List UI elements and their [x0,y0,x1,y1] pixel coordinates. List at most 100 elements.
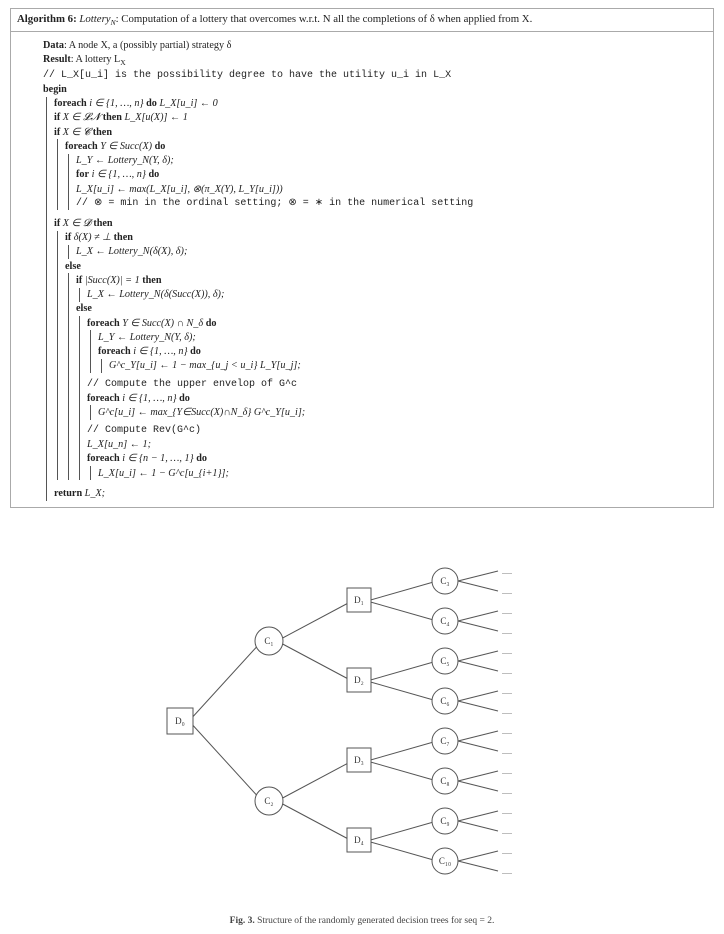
tree-dots: ..... [502,847,512,856]
cond: Y ∈ Succ(X) [98,141,155,152]
tree-dots: ..... [502,827,512,836]
stmt: L_X[u_i] ← max(L_X[u_i], ⊗(π_X(Y), L_Y[u… [76,182,707,196]
stmt: L_X[u_n] ← 1; [87,438,707,452]
kw: foreach [87,453,120,464]
cond: i ∈ {n − 1, …, 1} [120,453,197,464]
kw: do [190,346,201,357]
result-text: : A lottery L [71,54,121,65]
kw: then [114,232,133,243]
tree-dots: ..... [502,587,512,596]
cond: X ∈ 𝓒 [60,127,93,138]
kw: foreach [54,98,87,109]
if-delta-block: L_X ← Lottery_N(δ(X), δ); [68,245,707,259]
kw: do [155,141,166,152]
stmt: L_X[u_i] ← 0 [157,98,218,109]
cond: Y ∈ Succ(X) ∩ N_δ [120,318,206,329]
node-c10: C₁₀ [439,856,451,866]
kw: foreach [87,393,120,404]
else1-block: if |Succ(X)| = 1 then L_X ← Lottery_N(δ(… [68,273,707,480]
data-label: Data [43,40,64,51]
foreach4-block: G^c_Y[u_i] ← 1 − max_{u_j < u_i} L_Y[u_j… [101,359,707,373]
foreach6-block: L_X[u_i] ← 1 − G^c[u_{i+1}]; [90,466,707,480]
algorithm-box: Algorithm 6: LotteryN: Computation of a … [10,8,714,508]
kw: then [142,275,161,286]
node-c2: C₂ [264,796,273,806]
tree-dots: ..... [502,807,512,816]
node-c8: C₈ [440,776,449,786]
cond: δ(X) ≠ ⊥ [71,232,113,243]
stmt: G^c_Y[u_i] ← 1 − max_{u_j < u_i} L_Y[u_j… [109,359,707,373]
kw: foreach [98,346,131,357]
if-succ1-block: L_X ← Lottery_N(δ(Succ(X)), δ); [79,288,707,302]
caption-prefix: Fig. 3. [230,916,255,926]
stmt: L_X[u_i] ← 1 − G^c[u_{i+1}]; [98,466,707,480]
tree-dots: ..... [502,867,512,876]
node-c4: C₄ [440,616,449,626]
stmt: L_X ← Lottery_N(δ(Succ(X)), δ); [87,288,707,302]
data-text: : A node X, a (possibly partial) strateg… [64,40,232,51]
if-c-block: foreach Y ∈ Succ(X) do L_Y ← Lottery_N(Y… [57,139,707,210]
tree-dots: ..... [502,667,512,676]
kw: for [76,169,89,180]
cond: |Succ(X)| = 1 [82,275,142,286]
cond: i ∈ {1, …, n} [87,98,146,109]
node-c7: C₇ [440,736,449,746]
kw-begin: begin [43,84,67,95]
kw: then [93,127,112,138]
cond: X ∈ 𝓛𝓝 [60,112,102,123]
kw: do [179,393,190,404]
tree-svg: .sq { fill:#fff; stroke:#555; stroke-wid… [127,536,597,906]
kw-else: else [65,261,81,272]
foreach5-block: G^c[u_i] ← max_{Y∈Succ(X)∩N_δ} G^c_Y[u_i… [90,405,707,419]
comment-4: // Compute Rev(G^c) [87,424,707,438]
return-val: L_X; [82,488,105,499]
result-sub: X [120,58,125,67]
algorithm-body: Data: A node X, a (possibly partial) str… [11,32,713,506]
kw: then [103,112,122,123]
cond: i ∈ {1, …, n} [89,169,148,180]
stmt: G^c[u_i] ← max_{Y∈Succ(X)∩N_δ} G^c_Y[u_i… [98,405,707,419]
tree-dots: ..... [502,687,512,696]
stmt: L_X ← Lottery_N(δ(X), δ); [76,245,707,259]
node-d2: D₂ [354,675,364,685]
if-d-block: if δ(X) ≠ ⊥ then L_X ← Lottery_N(δ(X), δ… [57,231,707,481]
figure-tree: .sq { fill:#fff; stroke:#555; stroke-wid… [10,536,714,926]
algorithm-header: Algorithm 6: LotteryN: Computation of a … [11,9,713,32]
stmt: L_Y ← Lottery_N(Y, δ); [76,154,707,168]
kw: do [146,98,157,109]
kw-else: else [76,303,92,314]
tree-dots: ..... [502,627,512,636]
tree-dots: ..... [502,767,512,776]
node-d4: D₄ [354,835,364,845]
tree-dots: ..... [502,707,512,716]
cond: i ∈ {1, …, n} [131,346,190,357]
kw: then [93,218,112,229]
tree-dots: ..... [502,607,512,616]
kw: do [206,318,217,329]
comment-3: // Compute the upper envelop of G^c [87,377,707,391]
tree-dots: ..... [502,747,512,756]
node-c5: C₅ [440,656,449,666]
node-c6: C₆ [440,696,449,706]
caption-text: Structure of the randomly generated deci… [255,916,495,926]
kw: foreach [65,141,98,152]
else2-block: foreach Y ∈ Succ(X) ∩ N_δ do L_Y ← Lotte… [79,316,707,480]
kw: do [196,453,207,464]
node-c3: C₃ [440,576,449,586]
algo-number: Algorithm 6: [17,13,77,25]
tree-dots: ..... [502,567,512,576]
node-c1: C₁ [264,636,273,646]
node-d0: D₀ [175,716,185,726]
tree-dots: ..... [502,787,512,796]
comment-1: // L_X[u_i] is the possibility degree to… [43,68,707,82]
cond: i ∈ {1, …, n} [120,393,179,404]
stmt: L_X[u(X)] ← 1 [122,112,188,123]
node-d3: D₃ [354,755,364,765]
algo-name: Lottery [79,13,110,25]
result-label: Result [43,54,71,65]
kw: foreach [87,318,120,329]
foreach3-block: L_Y ← Lottery_N(Y, δ); foreach i ∈ {1, …… [90,330,707,373]
tree-dots: ..... [502,727,512,736]
figure-caption: Fig. 3. Structure of the randomly genera… [10,916,714,926]
comment-2: // ⊗ = min in the ordinal setting; ⊗ = ∗… [76,196,707,210]
